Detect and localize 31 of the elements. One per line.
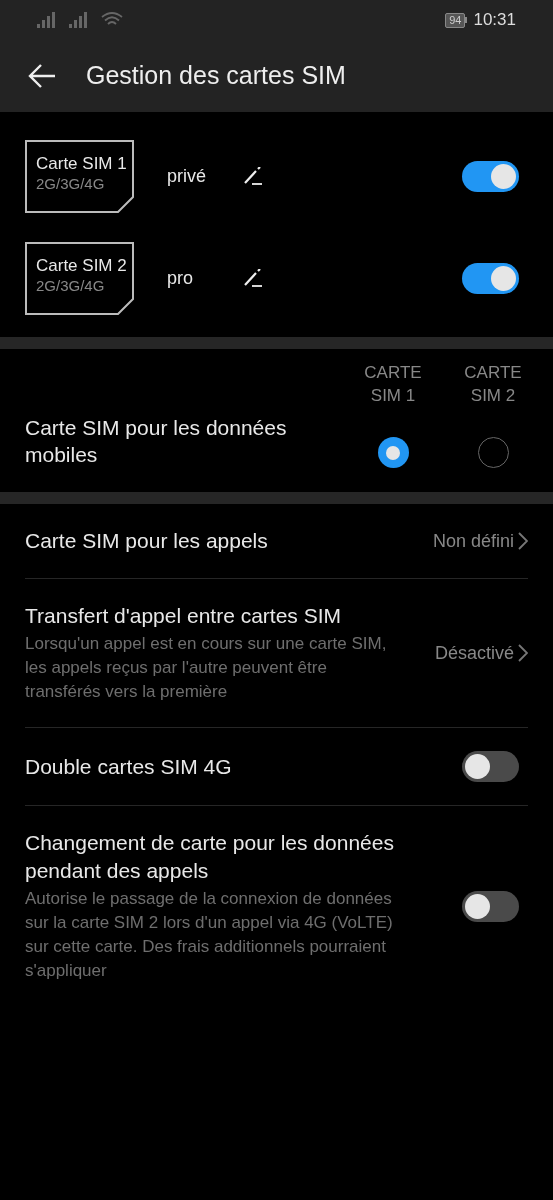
sim-networks: 2G/3G/4G	[36, 174, 106, 194]
page-title: Gestion des cartes SIM	[86, 60, 346, 92]
toggle-switch[interactable]	[462, 263, 519, 294]
clock: 10:31	[473, 9, 516, 32]
chevron-right-icon	[518, 532, 528, 550]
edit-icon[interactable]	[243, 166, 263, 187]
column-header: CARTE SIM 1	[363, 362, 423, 407]
setting-description: Lorsqu'un appel est en cours sur une carte SIM, les appels reçus par l'autre peuvent être transférés vers la première	[25, 633, 388, 703]
sim-name: Carte SIM 1	[36, 154, 128, 174]
toggle-switch[interactable]	[462, 890, 519, 922]
column-header: CARTE SIM 2	[463, 362, 523, 407]
setting-title: Carte SIM pour les appels	[25, 528, 269, 554]
setting-title: Double cartes SIM 4G	[25, 753, 233, 780]
radio-button[interactable]	[377, 437, 409, 468]
sim-networks: 2G/3G/4G	[36, 276, 106, 296]
setting-value[interactable]: Désactivé	[434, 639, 528, 667]
setting-value[interactable]: Non défini	[432, 527, 528, 555]
edit-icon[interactable]	[243, 268, 263, 289]
signal-icon	[69, 12, 89, 28]
data-sim-label: Carte SIM pour les données mobiles	[25, 415, 288, 468]
sim-label: pro	[167, 267, 194, 290]
signal-icon	[37, 12, 57, 28]
sim-label: privé	[167, 165, 207, 188]
setting-description: Autorise le passage de la connexion de données sur la carte SIM 2 lors d'un appel via 4G (VoLTE) sur cette carte. Des frais additionnels pourraient s'appliquer	[25, 888, 394, 982]
chevron-right-icon	[518, 644, 528, 662]
setting-title: Transfert d'appel entre cartes SIM	[25, 603, 343, 629]
sim-name: Carte SIM 2	[36, 256, 128, 276]
battery-icon: 94	[445, 12, 468, 28]
toggle-switch[interactable]	[462, 751, 519, 782]
setting-title: Changement de carte pour les données pendant des appels	[25, 830, 395, 884]
toggle-switch[interactable]	[462, 161, 519, 192]
